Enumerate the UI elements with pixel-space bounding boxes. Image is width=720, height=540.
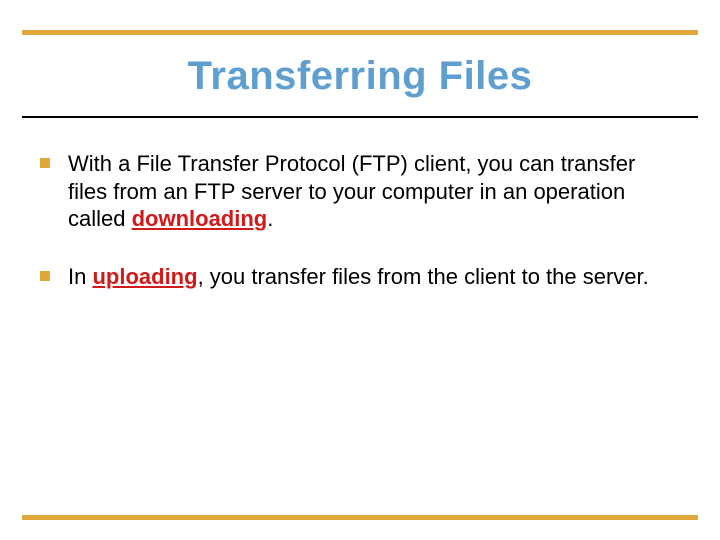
keyword-downloading: downloading xyxy=(132,206,268,231)
bottom-accent-rule xyxy=(22,515,698,520)
keyword-uploading: uploading xyxy=(92,264,197,289)
content-area: With a File Transfer Protocol (FTP) clie… xyxy=(40,150,680,320)
list-item: In uploading, you transfer files from th… xyxy=(40,263,680,291)
slide: Transferring Files With a File Transfer … xyxy=(0,0,720,540)
bullet-text-after: . xyxy=(267,206,273,231)
top-accent-rule xyxy=(22,30,698,35)
title-underline-rule xyxy=(22,116,698,118)
bullet-square-icon xyxy=(40,271,50,281)
bullet-text: In uploading, you transfer files from th… xyxy=(68,263,680,291)
bullet-text: With a File Transfer Protocol (FTP) clie… xyxy=(68,150,680,233)
list-item: With a File Transfer Protocol (FTP) clie… xyxy=(40,150,680,233)
bullet-text-before: In xyxy=(68,264,92,289)
bullet-square-icon xyxy=(40,158,50,168)
page-title: Transferring Files xyxy=(0,54,720,99)
bullet-text-after: , you transfer files from the client to … xyxy=(198,264,649,289)
